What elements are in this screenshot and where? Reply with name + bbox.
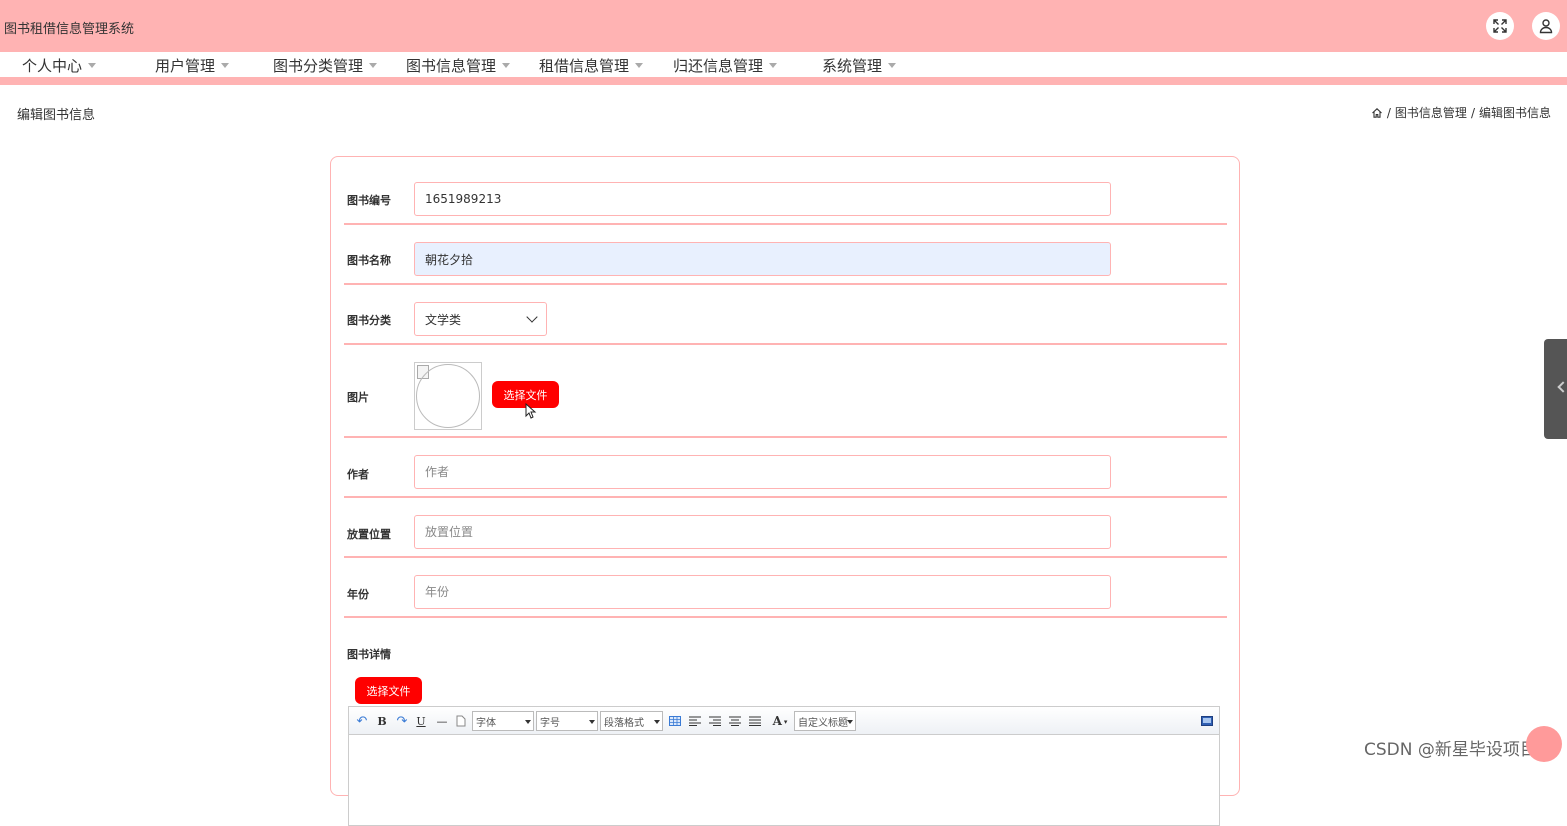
category-select[interactable]: 文学类 (414, 302, 547, 336)
main-menu: 个人中心 用户管理 图书分类管理 图书信息管理 租借信息管理 归还信息管理 系统… (0, 52, 1567, 77)
category-selected-value: 文学类 (425, 312, 462, 327)
editor-toolbar: ↶ B ↷ U — 字体 字号 段落格式 A ▾ 自定义标题 (349, 707, 1219, 735)
row-divider (344, 556, 1227, 558)
book-name-label: 图书名称 (347, 254, 391, 267)
year-input[interactable] (414, 575, 1111, 609)
horizontal-rule-icon[interactable]: — (435, 712, 449, 730)
caret-down-icon (369, 63, 378, 68)
location-input[interactable] (414, 515, 1111, 549)
book-edit-form: 图书编号 图书名称 图书分类 文学类 图片 选择文件 作者 放置位置 年份 图书… (330, 156, 1240, 826)
mouse-cursor-icon (525, 403, 537, 419)
undo-icon[interactable]: ↶ (355, 712, 369, 730)
top-header: 图书租借信息管理系统 (0, 0, 1567, 52)
menu-item-personal-center[interactable]: 个人中心 (22, 55, 97, 76)
redo-icon[interactable]: ↷ (395, 712, 409, 730)
page-title: 编辑图书信息 (17, 108, 96, 123)
book-no-input[interactable] (414, 182, 1111, 216)
menu-item-book-management[interactable]: 图书信息管理 (406, 55, 511, 76)
dropdown-arrow-icon (525, 720, 531, 724)
author-input[interactable] (414, 455, 1111, 489)
menu-divider (0, 77, 1567, 85)
underline-icon[interactable]: U (415, 712, 427, 730)
preview-icon[interactable] (1200, 712, 1214, 730)
menu-item-system-management[interactable]: 系统管理 (822, 55, 897, 76)
year-label: 年份 (347, 588, 369, 601)
home-icon[interactable] (1371, 107, 1383, 119)
caret-down-icon (88, 63, 97, 68)
paragraph-format-dropdown[interactable]: 段落格式 (600, 711, 663, 731)
caret-down-icon (635, 63, 644, 68)
image-placeholder-circle (416, 364, 480, 428)
choose-file-button[interactable]: 选择文件 (355, 677, 422, 704)
image-label: 图片 (347, 391, 369, 404)
location-label: 放置位置 (347, 528, 391, 541)
row-divider (344, 223, 1227, 225)
dropdown-arrow-icon (654, 720, 660, 724)
caret-down-icon (888, 63, 897, 68)
watermark: CSDN @新星毕设项目 (1364, 740, 1537, 760)
breadcrumb-item-book-management[interactable]: 图书信息管理 (1395, 104, 1467, 121)
align-right-icon[interactable] (708, 712, 722, 730)
menu-item-return-management[interactable]: 归还信息管理 (673, 55, 778, 76)
custom-title-dropdown[interactable]: 自定义标题 (794, 711, 856, 731)
font-family-dropdown[interactable]: 字体 (472, 711, 534, 731)
book-no-label: 图书编号 (347, 194, 391, 207)
row-divider (344, 343, 1227, 345)
row-divider (344, 283, 1227, 285)
book-name-input[interactable] (414, 242, 1111, 276)
user-icon[interactable] (1532, 12, 1560, 40)
font-size-dropdown[interactable]: 字号 (536, 711, 598, 731)
font-color-icon[interactable]: A ▾ (769, 712, 791, 730)
details-label: 图书详情 (347, 648, 391, 661)
chevron-left-icon (1557, 381, 1567, 393)
row-divider (344, 496, 1227, 498)
page-icon[interactable] (455, 712, 467, 730)
chevron-down-icon (526, 311, 538, 323)
align-justify-icon[interactable] (748, 712, 762, 730)
fullscreen-icon[interactable] (1486, 12, 1514, 40)
breadcrumb: / 图书信息管理 / 编辑图书信息 (1371, 104, 1551, 121)
caret-down-icon (769, 63, 778, 68)
row-divider (344, 436, 1227, 438)
app-title: 图书租借信息管理系统 (4, 22, 135, 37)
align-left-icon[interactable] (688, 712, 702, 730)
align-center-icon[interactable] (728, 712, 742, 730)
breadcrumb-item-current: 编辑图书信息 (1478, 106, 1551, 120)
table-icon[interactable] (668, 712, 682, 730)
rich-text-editor: ↶ B ↷ U — 字体 字号 段落格式 A ▾ 自定义标题 (348, 706, 1220, 826)
dropdown-arrow-icon (847, 720, 853, 724)
author-label: 作者 (347, 468, 369, 481)
row-divider (344, 616, 1227, 618)
caret-down-icon (221, 63, 230, 68)
floating-action-button[interactable] (1526, 726, 1562, 762)
category-label: 图书分类 (347, 314, 391, 327)
menu-item-user-management[interactable]: 用户管理 (155, 55, 230, 76)
bold-icon[interactable]: B (376, 712, 388, 730)
side-panel-toggle[interactable] (1544, 339, 1567, 439)
dropdown-arrow-icon (589, 720, 595, 724)
book-image-preview (414, 362, 482, 430)
menu-item-rental-management[interactable]: 租借信息管理 (539, 55, 644, 76)
caret-down-icon (502, 63, 511, 68)
menu-item-category-management[interactable]: 图书分类管理 (273, 55, 378, 76)
